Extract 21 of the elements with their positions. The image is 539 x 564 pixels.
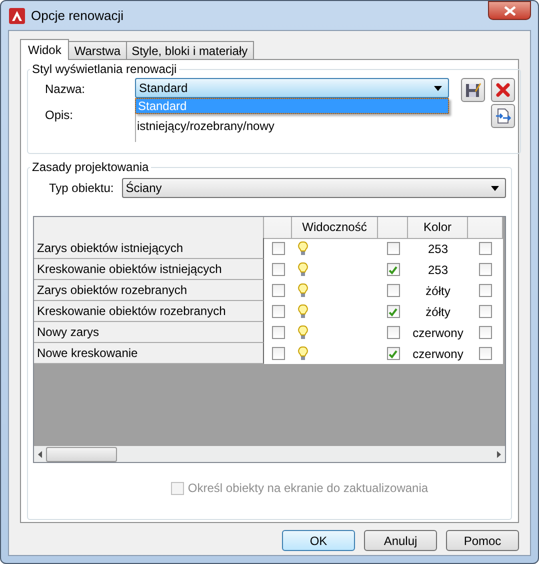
table-cell: czerwony [412, 346, 464, 360]
column-header: Widoczność [292, 217, 378, 239]
checkbox-label: Określ obiekty na ekranie do zaktualizowania [188, 481, 428, 495]
table-cell: 253 [428, 242, 448, 256]
group-title: Styl wyświetlania renowacji [31, 62, 178, 76]
field-label: Typ obiektu: [49, 181, 114, 195]
row-header: Kreskowanie obiektów istniejących [34, 259, 264, 280]
column-header: Kolor [408, 217, 468, 239]
field-label: Nazwa: [45, 81, 86, 96]
window-title: Opcje renowacji [31, 8, 124, 23]
table-cell: czerwony [412, 326, 464, 340]
row-header: Nowy zarys [34, 322, 264, 343]
row-header: Zarys obiektów rozebranych [34, 280, 264, 301]
row-header: Zarys obiektów istniejących [34, 238, 264, 259]
field-label: Opis: [45, 107, 74, 122]
row-header: Kreskowanie obiektów rozebranych [34, 301, 264, 322]
table-cell: żółty [426, 304, 450, 318]
table-cell: żółty [426, 284, 450, 298]
group-title: Zasady projektowania [31, 160, 150, 174]
row-header: Nowe kreskowanie [34, 343, 264, 364]
table-cell: 253 [428, 262, 448, 276]
